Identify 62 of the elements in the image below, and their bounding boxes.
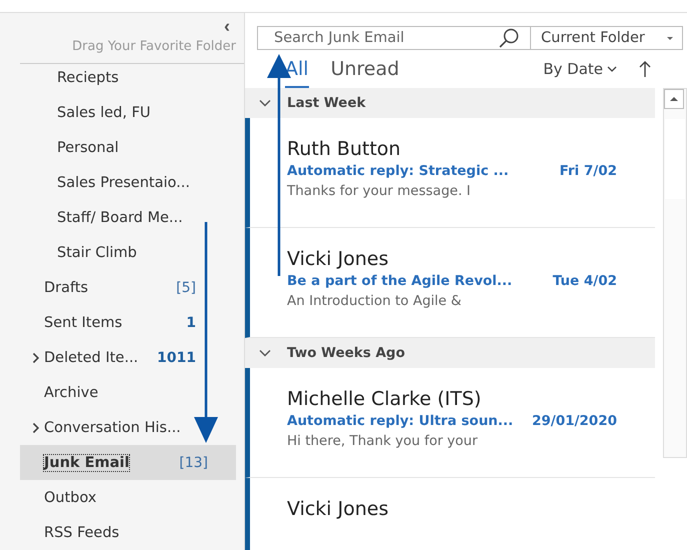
search-box[interactable]: Search Junk Email — [257, 26, 531, 50]
dropdown-caret-icon — [666, 36, 674, 40]
folder-item[interactable]: Staff/ Board Me... — [20, 200, 191, 235]
folder-name: Archive — [44, 384, 98, 400]
expand-chevron-icon[interactable] — [32, 352, 40, 364]
folder-name: Outbox — [44, 490, 96, 506]
message-preview: Thanks for your message. I — [287, 183, 472, 199]
folder-item[interactable]: Sales led, FU — [20, 95, 159, 130]
folder-item[interactable]: Conversation His... — [20, 410, 189, 445]
message-preview: Hi there, Thank you for your — [287, 433, 479, 449]
sort-dropdown[interactable]: By Date — [543, 60, 617, 78]
folder-count: [13] — [179, 454, 208, 470]
chevron-down-icon — [607, 66, 617, 72]
message-date: 29/01/2020 — [532, 413, 617, 429]
collapse-chevron-icon[interactable] — [259, 349, 271, 357]
sender-name: Vicki Jones — [287, 248, 390, 270]
folder-item[interactable]: Deleted Ite... 1011 — [20, 340, 204, 375]
folder-item[interactable]: Reciepts — [20, 60, 127, 95]
folder-name: Conversation His... — [44, 420, 181, 436]
folder-item[interactable]: Archive — [20, 375, 106, 410]
sender-name: Vicki Jones — [287, 498, 390, 520]
folder-count: 1 — [186, 314, 196, 330]
folder-item[interactable]: Personal — [20, 130, 127, 165]
message-subject: Be a part of the Agile Revol... — [287, 273, 512, 289]
message-item[interactable]: Ruth Button Automatic reply: Strategic ... Fri 7/02 Thanks for your message. I — [245, 118, 655, 228]
folder-item[interactable]: Sales Presentaio... — [20, 165, 198, 200]
collapse-button[interactable]: ‹ — [218, 17, 236, 35]
scroll-thumb[interactable] — [665, 119, 685, 199]
sender-name: Michelle Clarke (ITS) — [287, 388, 482, 410]
folder-name: Drafts — [44, 280, 90, 296]
message-date: Tue 4/02 — [552, 273, 617, 289]
folder-item[interactable]: Drafts [5] — [20, 270, 204, 305]
scrollbar[interactable] — [663, 88, 687, 458]
search-scope-dropdown[interactable]: Current Folder — [531, 26, 683, 50]
sender-name: Ruth Button — [287, 138, 402, 160]
message-preview: An Introduction to Agile & — [287, 293, 462, 309]
filter-tab[interactable]: Unread — [330, 50, 400, 88]
folder-name: Deleted Ite... — [44, 350, 140, 366]
message-subject: Automatic reply: Ultra soun... — [287, 413, 514, 429]
folder-count: [5] — [176, 280, 196, 296]
folder-count: 1011 — [157, 350, 196, 366]
message-subject: Automatic reply: Strategic ... — [287, 163, 509, 179]
search-icon[interactable] — [498, 27, 520, 49]
favorites-hint: Drag Your Favorite Folder — [72, 39, 236, 54]
folder-name: Junk Email — [44, 454, 130, 470]
group-header[interactable]: Last Week — [245, 88, 655, 118]
folder-item[interactable]: Junk Email [13] — [20, 445, 236, 480]
search-field[interactable]: Search Junk Email — [272, 29, 498, 47]
sort-direction-icon[interactable] — [639, 60, 651, 78]
folder-name: Sent Items — [44, 314, 124, 330]
folder-item[interactable]: Sent Items 1 — [20, 305, 204, 340]
expand-chevron-icon[interactable] — [32, 422, 40, 434]
message-date: Fri 7/02 — [560, 163, 617, 179]
group-header[interactable]: Two Weeks Ago — [245, 338, 655, 368]
scroll-up-icon[interactable] — [664, 89, 684, 109]
message-item[interactable]: Michelle Clarke (ITS) Automatic reply: Ultra soun... 29/01/2020 Hi there, Thank you for your — [245, 368, 655, 478]
folder-name: RSS Feeds — [44, 524, 120, 540]
folder-item[interactable]: RSS Feeds — [20, 515, 128, 550]
folder-item[interactable]: Outbox — [20, 480, 104, 515]
collapse-chevron-icon[interactable] — [259, 99, 271, 107]
message-item[interactable]: Vicki Jones — [245, 478, 655, 550]
folder-item[interactable]: Stair Climb — [20, 235, 145, 270]
